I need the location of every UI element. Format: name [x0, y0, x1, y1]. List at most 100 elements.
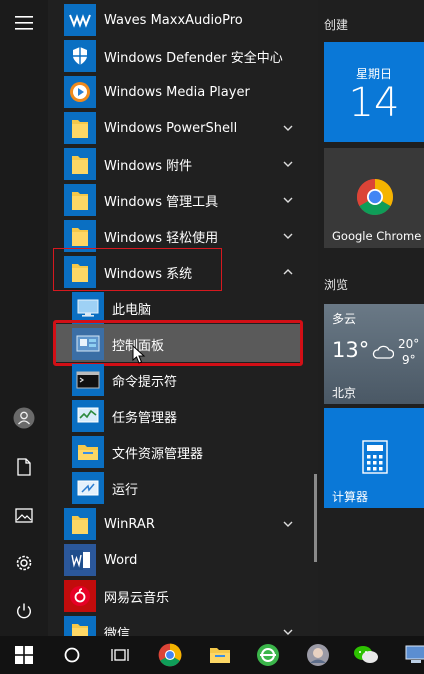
- app-label: Word: [104, 552, 138, 568]
- app-label: WinRAR: [104, 516, 155, 532]
- app-label: 文件资源管理器: [112, 446, 204, 462]
- app-label: Windows Defender 安全中心: [104, 50, 283, 66]
- app-label: Waves MaxxAudioPro: [104, 12, 243, 28]
- start-left-rail: [0, 0, 48, 636]
- file-explorer-icon: [72, 436, 104, 468]
- app-list-scrollbar[interactable]: [314, 474, 317, 562]
- task-view-button[interactable]: [96, 636, 144, 674]
- taskbar-chrome[interactable]: [146, 636, 194, 674]
- search-cortana-button[interactable]: [48, 636, 96, 674]
- weather-temperature: 13°: [332, 338, 370, 362]
- settings-button[interactable]: [0, 540, 48, 586]
- taskbar-wechat[interactable]: [342, 636, 390, 674]
- taskbar: [0, 636, 424, 674]
- app-item-control-panel[interactable]: 控制面板: [48, 326, 310, 362]
- calculator-icon: [362, 440, 388, 474]
- chevron-down-icon: [283, 161, 293, 167]
- taskbar-green-app[interactable]: [244, 636, 292, 674]
- run-icon: [72, 472, 104, 504]
- app-label: Windows PowerShell: [104, 120, 238, 136]
- calculator-tile-label: 计算器: [332, 490, 369, 504]
- app-item-word[interactable]: Word: [48, 542, 310, 578]
- calculator-tile[interactable]: 计算器: [324, 408, 424, 508]
- chevron-down-icon: [283, 233, 293, 239]
- chevron-down-icon: [283, 125, 293, 131]
- chevron-up-icon: [283, 269, 293, 275]
- user-account-button[interactable]: [0, 395, 48, 441]
- taskbar-avatar-app[interactable]: [294, 636, 342, 674]
- expand-menu-button[interactable]: [0, 0, 48, 46]
- app-label: Windows 附件: [104, 158, 193, 174]
- power-icon: [17, 603, 31, 619]
- waves-icon: [64, 4, 96, 36]
- app-item-file-explorer[interactable]: 文件资源管理器: [48, 434, 310, 470]
- chrome-tile[interactable]: Google Chrome: [324, 148, 424, 248]
- avatar-app-icon: [307, 644, 329, 666]
- app-item-run[interactable]: 运行: [48, 470, 310, 506]
- chevron-down-icon: [283, 197, 293, 203]
- folder-icon: [64, 508, 96, 540]
- weather-high: 20°: [398, 337, 420, 351]
- chevron-down-icon: [283, 629, 293, 635]
- app-label: Windows 管理工具: [104, 194, 219, 210]
- taskbar-computer-app[interactable]: [392, 636, 424, 674]
- folder-item-windows-system[interactable]: Windows 系统: [48, 254, 310, 290]
- document-icon: [17, 458, 31, 476]
- folder-icon: [64, 184, 96, 216]
- control-panel-icon: [72, 328, 104, 360]
- windows-logo-icon: [15, 646, 33, 664]
- app-label: Windows 轻松使用: [104, 230, 219, 246]
- app-label: 运行: [112, 482, 139, 498]
- app-item-task-manager[interactable]: 任务管理器: [48, 398, 310, 434]
- netease-music-icon: [64, 580, 96, 612]
- folder-icon: [64, 148, 96, 180]
- app-label: 任务管理器: [112, 410, 178, 426]
- app-item-media-player[interactable]: Windows Media Player: [48, 74, 310, 110]
- app-label: 此电脑: [112, 302, 152, 318]
- hamburger-icon: [15, 16, 33, 30]
- calendar-tile[interactable]: 星期日 14: [324, 42, 424, 142]
- app-item-defender[interactable]: Windows Defender 安全中心: [48, 38, 310, 74]
- weather-tile[interactable]: 多云 13° 20° 9° 北京: [324, 304, 424, 404]
- folder-item-admin-tools[interactable]: Windows 管理工具: [48, 182, 310, 218]
- app-label: 微信: [104, 626, 131, 637]
- shield-icon: [64, 40, 96, 72]
- folder-item-wechat[interactable]: 微信: [48, 614, 310, 636]
- app-label: Windows 系统: [104, 266, 193, 282]
- chevron-down-icon: [283, 521, 293, 527]
- pictures-button[interactable]: [0, 492, 48, 538]
- chrome-icon: [356, 179, 394, 216]
- gear-icon: [16, 555, 32, 571]
- calendar-day: 14: [348, 80, 400, 126]
- folder-icon: [64, 616, 96, 636]
- group-title-browse: 浏览: [324, 278, 349, 292]
- computer-icon: [405, 645, 424, 663]
- folder-item-powershell[interactable]: Windows PowerShell: [48, 110, 310, 146]
- app-label: 网易云音乐: [104, 590, 170, 606]
- app-item-command-prompt[interactable]: 命令提示符: [48, 362, 310, 398]
- app-item-waves[interactable]: Waves MaxxAudioPro: [48, 2, 310, 38]
- taskbar-file-explorer[interactable]: [196, 636, 244, 674]
- documents-button[interactable]: [0, 444, 48, 490]
- group-title-create: 创建: [324, 18, 349, 32]
- app-label: Windows Media Player: [104, 84, 250, 100]
- weather-city: 北京: [332, 386, 357, 400]
- wechat-icon: [354, 646, 378, 663]
- weather-low: 9°: [402, 353, 416, 367]
- folder-icon: [64, 112, 96, 144]
- folder-item-accessories[interactable]: Windows 附件: [48, 146, 310, 182]
- folder-icon: [64, 256, 96, 288]
- file-explorer-icon: [210, 648, 230, 663]
- app-list: Waves MaxxAudioPro Windows Defender 安全中心…: [48, 0, 318, 636]
- folder-item-winrar[interactable]: WinRAR: [48, 506, 310, 542]
- chrome-tile-label: Google Chrome: [332, 229, 422, 243]
- chrome-icon: [158, 643, 182, 667]
- power-button[interactable]: [0, 588, 48, 634]
- tiles-panel: 创建 星期日 14 Google Chrome 浏览 多云 13° 20° 9°…: [318, 0, 424, 636]
- app-item-netease-music[interactable]: 网易云音乐: [48, 578, 310, 614]
- task-view-icon: [111, 649, 129, 661]
- start-button[interactable]: [0, 636, 48, 674]
- media-player-icon: [64, 76, 96, 108]
- picture-icon: [15, 507, 33, 523]
- weather-condition: 多云: [332, 312, 357, 326]
